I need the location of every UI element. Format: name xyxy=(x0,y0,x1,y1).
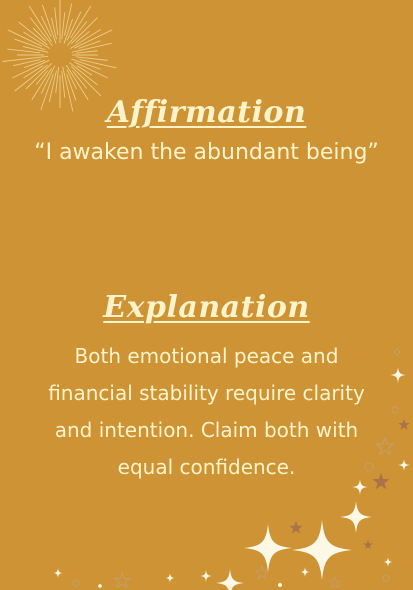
dot-icon xyxy=(98,584,102,588)
affirmation-title: Affirmation xyxy=(106,95,307,130)
star-icon xyxy=(329,577,340,588)
sparkle-icon xyxy=(53,568,63,578)
sunburst-ray xyxy=(71,42,112,53)
sparkle-icon xyxy=(200,570,212,582)
star-icon xyxy=(289,521,303,534)
sunburst-ray xyxy=(25,63,52,90)
dot-icon xyxy=(391,406,399,414)
sunburst-ray xyxy=(54,7,59,36)
explanation-title: Explanation xyxy=(103,290,310,325)
sparkle-icon xyxy=(216,569,244,590)
star-icon xyxy=(398,419,410,430)
sunburst-ray xyxy=(75,50,98,54)
dot-icon xyxy=(72,579,80,587)
sparkle-icon xyxy=(398,459,410,471)
sparkle-icon xyxy=(292,520,352,580)
affirmation-quote: “I awaken the abundant being” xyxy=(34,140,379,165)
sparkle-icon xyxy=(340,501,372,533)
dot-icon xyxy=(394,349,400,355)
sunburst-ray xyxy=(70,65,102,97)
explanation-text: Both emotional peace and financial stabi… xyxy=(48,344,365,479)
sunburst-ray xyxy=(28,5,52,42)
sparkle-icon xyxy=(300,567,310,577)
dot-icon xyxy=(382,574,390,582)
star-icon xyxy=(114,573,129,587)
sparkle-icon xyxy=(383,557,393,567)
sunburst-ray xyxy=(13,59,41,67)
sparkle-icon xyxy=(390,367,406,383)
sparkle-icon xyxy=(244,524,292,572)
dot-icon xyxy=(278,583,282,587)
sparkle-icon xyxy=(165,573,175,583)
star-icon xyxy=(363,540,373,550)
sunburst-ray xyxy=(51,17,57,40)
sunburst-ray xyxy=(2,55,49,62)
star-icon xyxy=(255,566,268,579)
